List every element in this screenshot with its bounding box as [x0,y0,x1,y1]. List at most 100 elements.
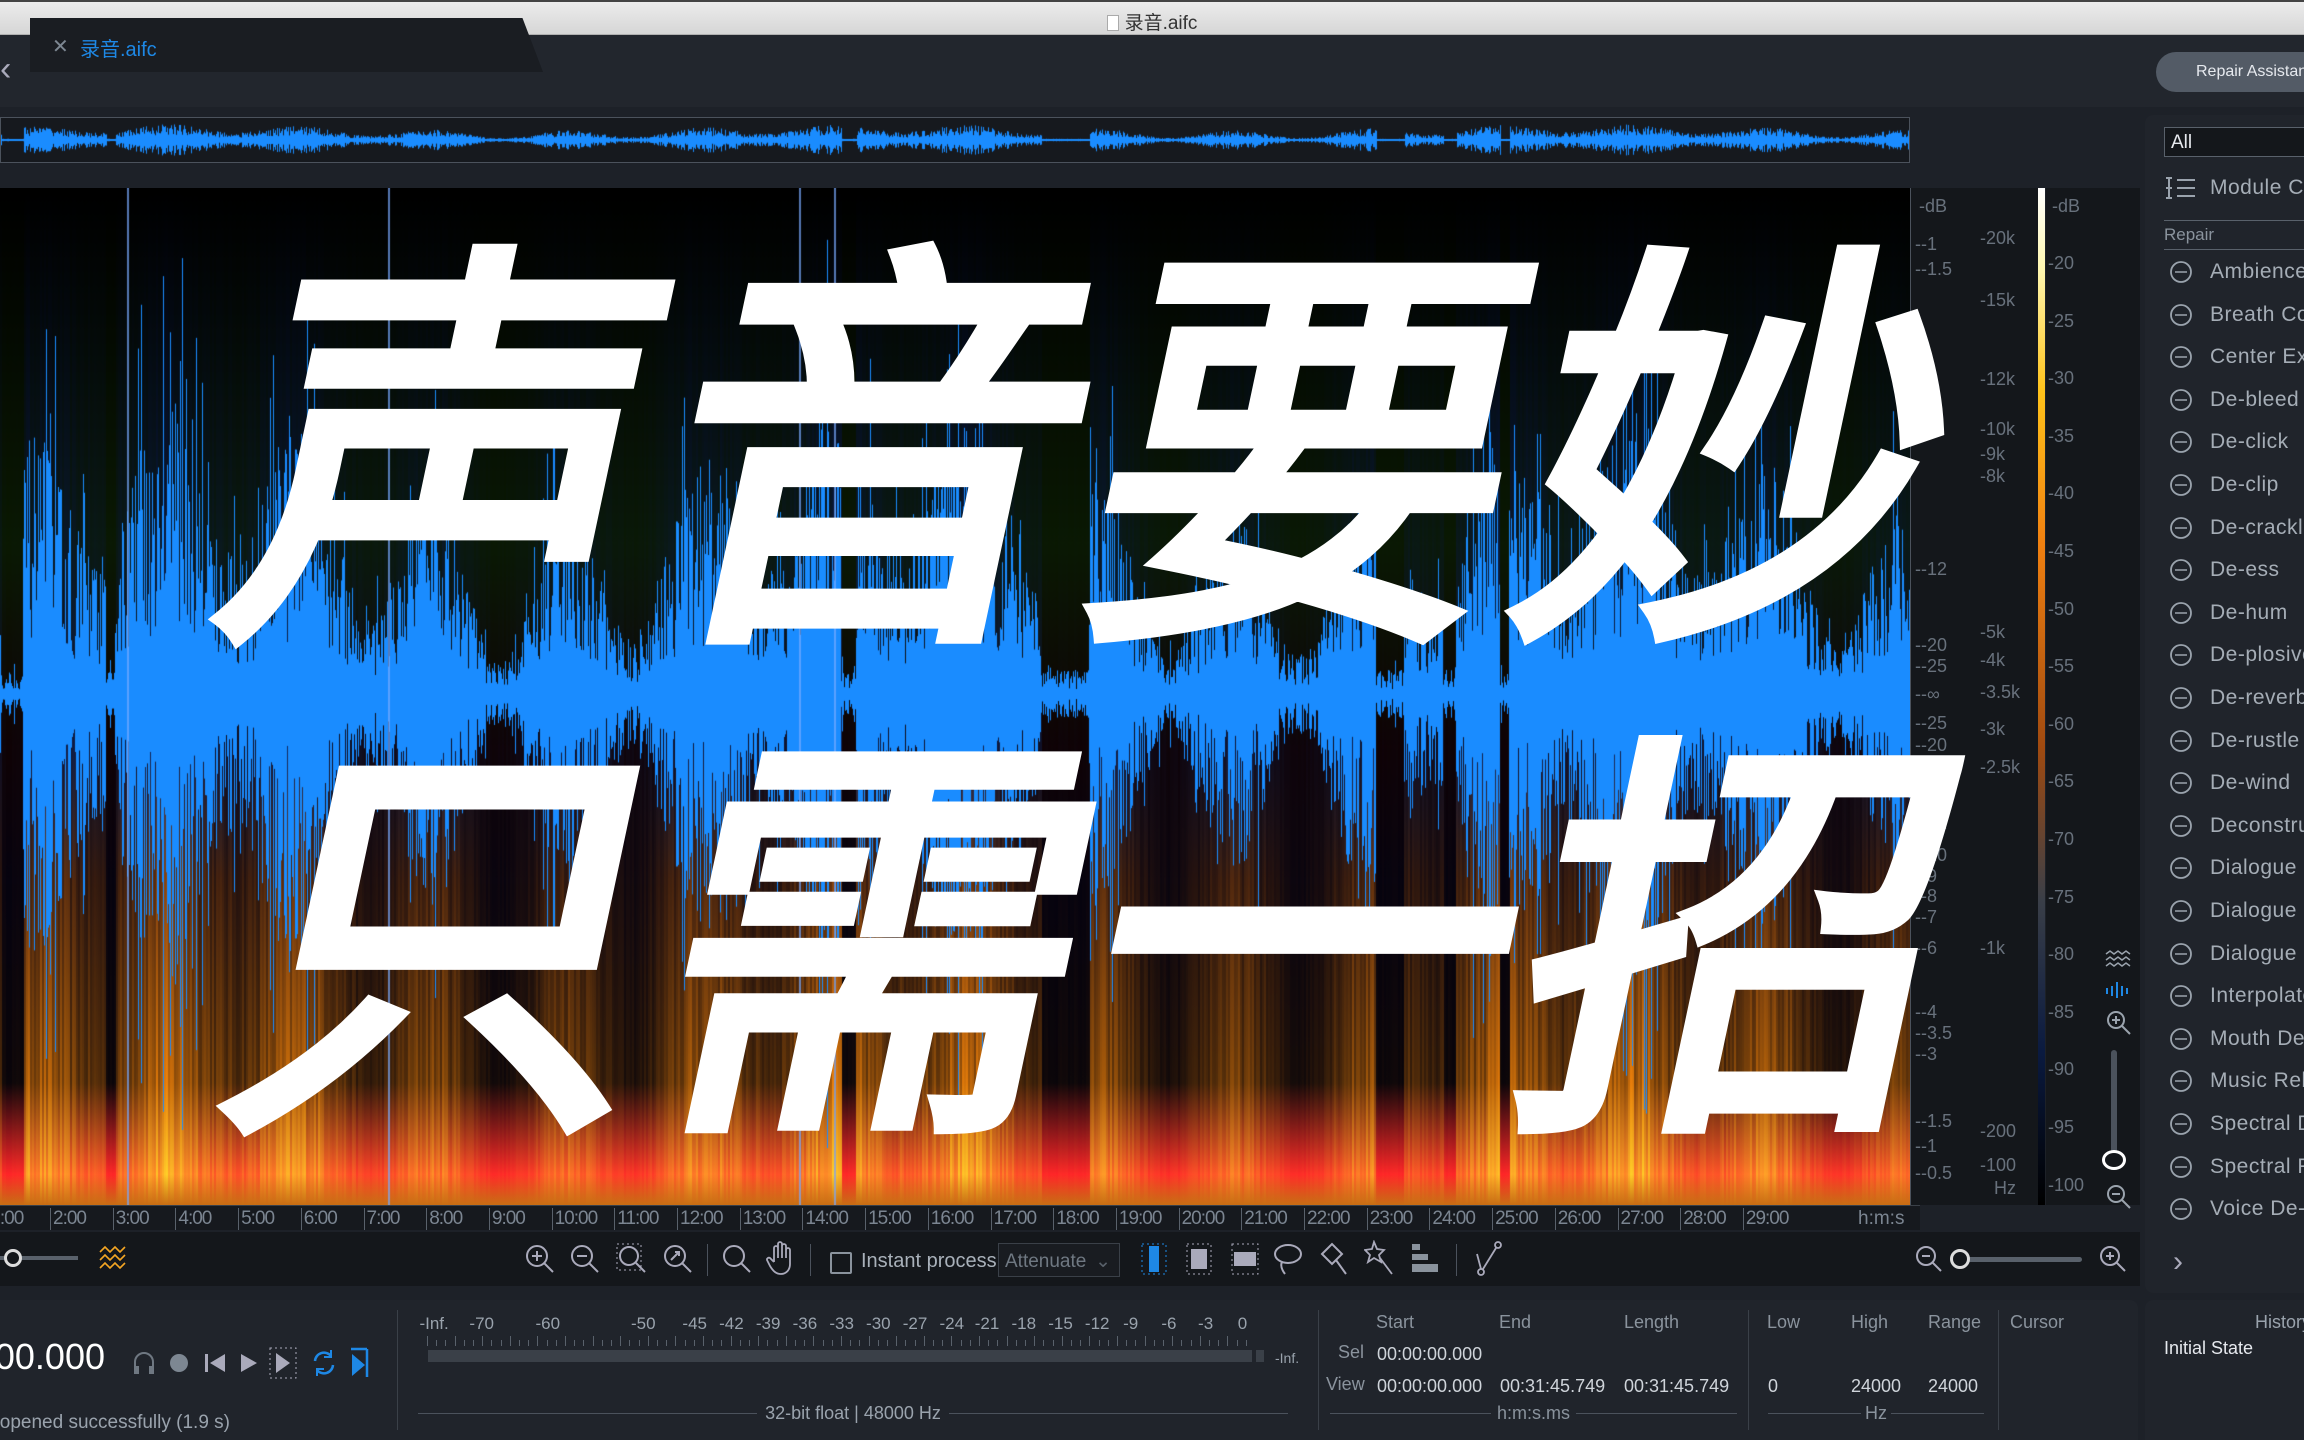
loop-button[interactable] [310,1348,338,1378]
meter-tick [1015,1340,1017,1346]
record-button[interactable] [170,1354,188,1372]
amp-tick-label: -∞ [1915,684,1940,705]
waveform-overview[interactable] [0,117,1910,163]
view-range-field[interactable]: 24000 [1928,1376,1978,1397]
repair-assistant-button[interactable]: Repair Assistant [2156,52,2304,92]
zoom-selection-icon[interactable] [615,1242,649,1278]
harmonic-selection-icon[interactable] [1410,1242,1440,1276]
freq-tick-label: 1k [1980,938,2005,959]
history-item[interactable]: Initial State [2164,1338,2253,1359]
instant-process-checkbox[interactable] [830,1252,852,1274]
horizontal-zoom-in-icon[interactable] [2098,1244,2130,1276]
time-ruler[interactable]: h:m:s 1:00 2:00 3:00 4:00 5:00 6:00 7:00 8:00 9:… [0,1205,1920,1230]
time-tick-label: 24:00 [1429,1208,1476,1230]
module-item-de-hum[interactable]: De-hum [2145,593,2304,633]
module-item-de-plosive[interactable]: De-plosive [2145,635,2304,675]
module-item-breath-control[interactable]: Breath Control [2145,295,2304,335]
horizontal-zoom-out-icon[interactable] [1914,1244,1946,1276]
zoom-out-icon[interactable] [568,1242,602,1278]
meter-tick [1209,1340,1210,1346]
module-item-dialogue-de-reverb[interactable]: Dialogue De-reverb [2145,891,2304,931]
brush-tool-icon[interactable] [1318,1240,1352,1278]
module-item-de-ess[interactable]: De-ess [2145,550,2304,590]
back-chevron-icon[interactable]: ‹ [0,52,11,86]
module-item-de-clip[interactable]: De-clip [2145,465,2304,505]
module-item-de-reverb[interactable]: De-reverb [2145,678,2304,718]
meter-tick [969,1340,971,1346]
module-item-ambience-match[interactable]: Ambience Match [2145,252,2304,292]
module-item-de-click[interactable]: De-click [2145,422,2304,462]
module-item-music-rebalance[interactable]: Music Rebalance [2145,1061,2304,1101]
waveform-view-icon[interactable] [2104,948,2132,972]
lasso-tool-icon[interactable] [1272,1242,1306,1278]
magic-wand-tool-icon[interactable] [1364,1240,1398,1278]
module-item-de-crackle[interactable]: De-crackle [2145,508,2304,548]
time-selection-tool-icon[interactable] [1140,1242,1168,1278]
meter-tick [859,1340,861,1346]
section-header-repair: Repair [2164,220,2304,250]
time-unit-label: h:m:s.ms [1490,1403,1576,1423]
meter-tick [1153,1340,1155,1346]
time-display[interactable]: 00:00:00.000 [0,1336,105,1378]
module-item-interpolate[interactable]: Interpolate [2145,976,2304,1016]
view-start-field[interactable]: 00:00:00.000 [1377,1376,1482,1397]
module-item-voice-de-noise[interactable]: Voice De-noise [2145,1189,2304,1229]
meter-tick [693,1340,695,1346]
play-button[interactable] [238,1352,260,1374]
hand-pan-tool-icon[interactable] [766,1240,798,1278]
amp-tick-label: -0.5 [1915,1163,1952,1184]
tab-file[interactable]: ✕ 录音.aifc [30,18,543,72]
zoom-in-vertical-icon[interactable] [2104,1008,2134,1038]
module-item-de-wind[interactable]: De-wind [2145,763,2304,803]
freq-tick-label: 9k [1980,444,2005,465]
play-selection-button[interactable] [268,1346,298,1380]
header-low: Low [1767,1312,1801,1332]
skip-to-start-button[interactable] [203,1352,227,1374]
spectrogram-view-icon[interactable] [2104,980,2132,1000]
frequency-selection-tool-icon[interactable] [1230,1242,1260,1278]
db-tick-label: 80 [2048,944,2074,965]
module-item-mouth-de-click[interactable]: Mouth De-click [2145,1019,2304,1059]
amp-slider-handle[interactable] [4,1249,22,1267]
magnify-tool-icon[interactable] [720,1242,754,1278]
zoom-in-icon[interactable] [523,1242,557,1278]
time-frequency-selection-icon[interactable] [1185,1242,1213,1278]
module-chain-button[interactable]: Module Chain [2145,168,2304,208]
spectrum-mode-icon[interactable] [98,1244,128,1274]
module-item-de-bleed[interactable]: De-bleed [2145,380,2304,420]
module-item-de-rustle[interactable]: De-rustle [2145,721,2304,761]
zoom-out-vertical-icon[interactable] [2104,1182,2134,1212]
module-item-dialogue-isolate[interactable]: Dialogue Isolate [2145,934,2304,974]
view-low-field[interactable]: 0 [1768,1376,1778,1397]
module-item-spectral-repair[interactable]: Spectral Repair [2145,1147,2304,1187]
meter-tick [1199,1336,1201,1346]
view-length-field[interactable]: 00:31:45.749 [1624,1376,1729,1397]
module-item-center-extract[interactable]: Center Extract [2145,337,2304,377]
close-tab-icon[interactable]: ✕ [52,34,69,59]
vertical-zoom-handle[interactable] [2102,1150,2126,1170]
meter-scale-label: -6 [1161,1314,1177,1333]
sel-start-field[interactable]: 00:00:00.000 [1377,1344,1482,1365]
module-item-dialogue-contour[interactable]: Dialogue Contour [2145,848,2304,888]
time-tick-label: 21:00 [1241,1208,1288,1230]
zoom-fit-icon[interactable] [661,1242,695,1278]
instant-process-mode-dropdown[interactable]: Attenuate ⌄ [998,1243,1120,1277]
music-rebalance-icon [2170,1070,2192,1093]
view-high-field[interactable]: 24000 [1851,1376,1901,1397]
meter-tick [638,1340,640,1346]
time-tick-label: 6:00 [300,1208,338,1230]
pencil-curve-tool-icon[interactable] [1474,1240,1504,1278]
headphones-monitor-icon[interactable] [132,1350,156,1376]
view-end-field[interactable]: 00:31:45.749 [1500,1376,1605,1397]
module-item-deconstruct[interactable]: Deconstruct [2145,806,2304,846]
follow-playhead-button[interactable] [348,1346,372,1380]
clip-indicator[interactable] [1256,1350,1264,1362]
de-wind-icon [2170,772,2192,795]
meter-tick [923,1336,925,1346]
module-item-spectral-de-noise[interactable]: Spectral De-noise [2145,1104,2304,1144]
expand-panel-chevron-icon[interactable]: › [2173,1245,2183,1279]
module-filter-dropdown[interactable]: All [2164,127,2304,157]
module-item-label: Spectral Repair [2210,1154,2304,1178]
horizontal-zoom-handle[interactable] [1950,1249,1970,1269]
horizontal-zoom-slider[interactable] [1962,1257,2082,1262]
